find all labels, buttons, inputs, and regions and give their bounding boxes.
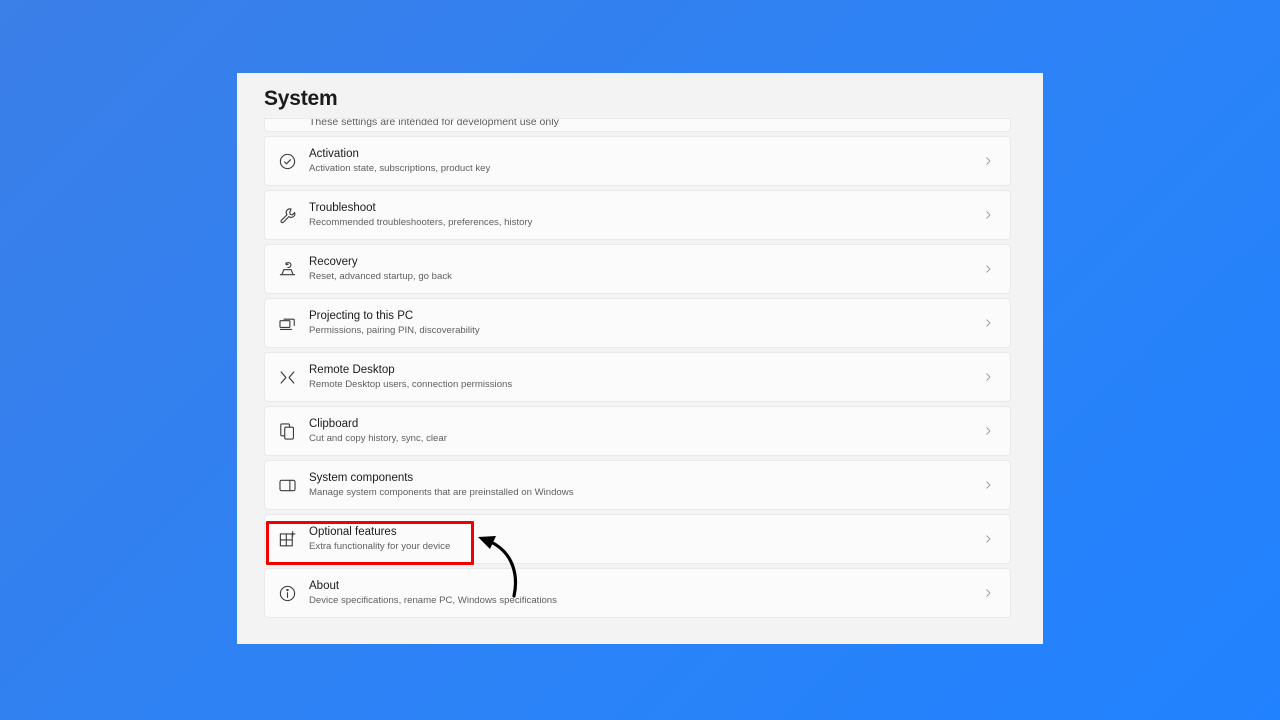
system-components-icon bbox=[276, 474, 298, 496]
list-item-title: Remote Desktop bbox=[309, 364, 395, 376]
wrench-icon bbox=[276, 204, 298, 226]
chevron-right-icon[interactable] bbox=[982, 317, 994, 329]
chevron-right-icon[interactable] bbox=[982, 263, 994, 275]
chevron-right-icon[interactable] bbox=[982, 425, 994, 437]
list-item-title: Troubleshoot bbox=[309, 202, 376, 214]
list-item-recovery[interactable]: Recovery Reset, advanced startup, go bac… bbox=[264, 244, 1011, 294]
list-item-subtitle: Cut and copy history, sync, clear bbox=[309, 433, 447, 444]
projecting-screens-icon bbox=[276, 312, 298, 334]
list-item-subtitle: Activation state, subscriptions, product… bbox=[309, 163, 491, 174]
list-item-partial[interactable]: These settings are intended for developm… bbox=[264, 118, 1011, 132]
list-item-subtitle: Permissions, pairing PIN, discoverabilit… bbox=[309, 325, 480, 336]
chevron-right-icon[interactable] bbox=[982, 209, 994, 221]
check-circle-icon bbox=[276, 150, 298, 172]
list-item-subtitle: Recommended troubleshooters, preferences… bbox=[309, 217, 533, 228]
list-item-text: Troubleshoot Recommended troubleshooters… bbox=[309, 201, 982, 229]
list-item-text: Clipboard Cut and copy history, sync, cl… bbox=[309, 417, 982, 445]
list-item-system-components[interactable]: System components Manage system componen… bbox=[264, 460, 1011, 510]
chevron-right-icon[interactable] bbox=[982, 479, 994, 491]
list-item-title: System components bbox=[309, 472, 414, 484]
list-item-text: Recovery Reset, advanced startup, go bac… bbox=[309, 255, 982, 283]
list-item-text: System components Manage system componen… bbox=[309, 471, 982, 499]
chevron-right-icon[interactable] bbox=[982, 155, 994, 167]
chevron-right-icon[interactable] bbox=[982, 587, 994, 599]
list-item-remote-desktop[interactable]: Remote Desktop Remote Desktop users, con… bbox=[264, 352, 1011, 402]
list-item-troubleshoot[interactable]: Troubleshoot Recommended troubleshooters… bbox=[264, 190, 1011, 240]
page-title: System bbox=[264, 87, 338, 110]
list-item-about[interactable]: About Device specifications, rename PC, … bbox=[264, 568, 1011, 618]
list-item-partial-sub: These settings are intended for developm… bbox=[309, 118, 559, 128]
list-item-subtitle: Device specifications, rename PC, Window… bbox=[309, 595, 557, 606]
list-item-activation[interactable]: Activation Activation state, subscriptio… bbox=[264, 136, 1011, 186]
settings-window: System These settings are intended for d… bbox=[237, 73, 1043, 644]
list-item-subtitle: Remote Desktop users, connection permiss… bbox=[309, 379, 513, 390]
list-item-subtitle: Reset, advanced startup, go back bbox=[309, 271, 452, 282]
list-item-text: Projecting to this PC Permissions, pairi… bbox=[309, 309, 982, 337]
list-item-title: Activation bbox=[309, 148, 359, 160]
chevron-right-icon[interactable] bbox=[982, 371, 994, 383]
list-item-title: Recovery bbox=[309, 256, 358, 268]
list-item-projecting-to-this-pc[interactable]: Projecting to this PC Permissions, pairi… bbox=[264, 298, 1011, 348]
list-item-title: Clipboard bbox=[309, 418, 359, 430]
remote-desktop-icon bbox=[276, 366, 298, 388]
list-item-text: Optional features Extra functionality fo… bbox=[309, 525, 982, 553]
list-item-clipboard[interactable]: Clipboard Cut and copy history, sync, cl… bbox=[264, 406, 1011, 456]
recovery-icon bbox=[276, 258, 298, 280]
list-item-title: Projecting to this PC bbox=[309, 310, 414, 322]
list-item-text: Remote Desktop Remote Desktop users, con… bbox=[309, 363, 982, 391]
list-item-text: Activation Activation state, subscriptio… bbox=[309, 147, 982, 175]
list-item-title: About bbox=[309, 580, 340, 592]
list-item-subtitle: Extra functionality for your device bbox=[309, 541, 451, 552]
chevron-right-icon[interactable] bbox=[982, 533, 994, 545]
list-item-optional-features[interactable]: Optional features Extra functionality fo… bbox=[264, 514, 1011, 564]
optional-features-grid-plus-icon bbox=[276, 528, 298, 550]
clipboard-icon bbox=[276, 420, 298, 442]
settings-list[interactable]: These settings are intended for developm… bbox=[264, 118, 1011, 644]
list-item-title: Optional features bbox=[309, 526, 397, 538]
info-circle-icon bbox=[276, 582, 298, 604]
desktop-background: System These settings are intended for d… bbox=[0, 0, 1280, 720]
list-item-text: About Device specifications, rename PC, … bbox=[309, 579, 982, 607]
list-item-subtitle: Manage system components that are preins… bbox=[309, 487, 574, 498]
